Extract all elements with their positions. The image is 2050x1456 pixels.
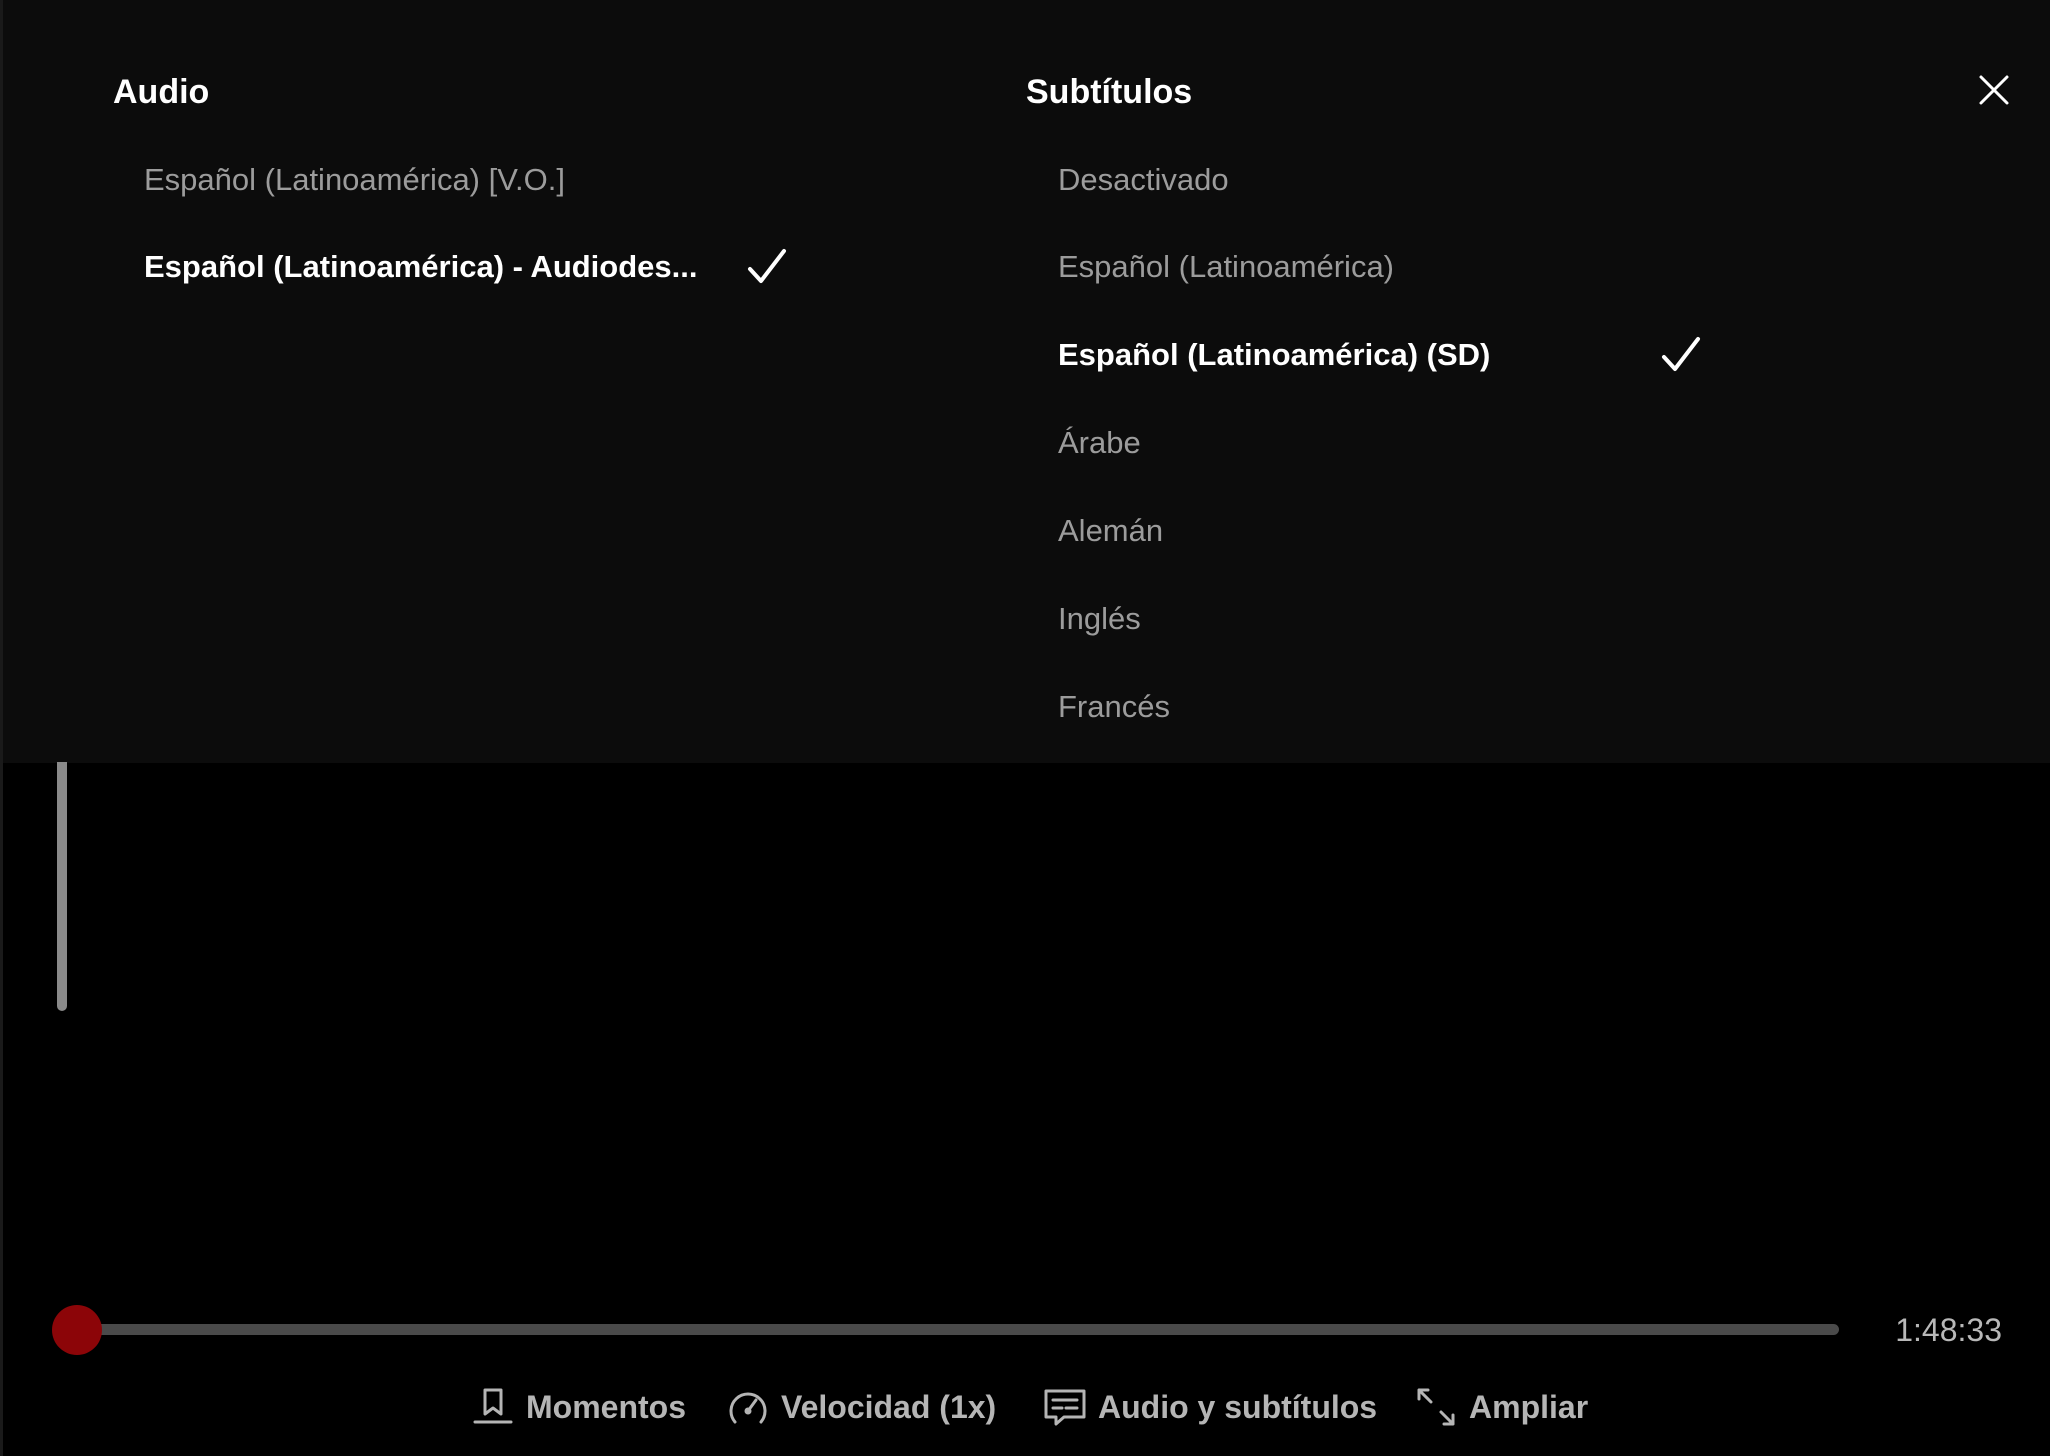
subtitle-option-off[interactable]: Desactivado	[1058, 160, 1229, 200]
progress-scrubber[interactable]	[52, 1305, 102, 1355]
expand-button[interactable]: Ampliar	[1413, 1383, 1588, 1431]
close-icon[interactable]	[1974, 70, 2014, 110]
expand-icon	[1413, 1384, 1459, 1430]
speed-label: Velocidad (1x)	[781, 1388, 997, 1425]
subtitle-option-arabic[interactable]: Árabe	[1058, 423, 1141, 463]
subtitle-option-spanish-latam-sd[interactable]: Español (Latinoamérica) (SD)	[1058, 335, 1490, 375]
check-icon	[745, 245, 789, 289]
volume-slider[interactable]	[57, 762, 67, 1011]
subtitles-heading: Subtítulos	[1026, 73, 1193, 111]
subtitle-option-spanish-latam[interactable]: Español (Latinoamérica)	[1058, 247, 1394, 287]
audio-subtitles-label: Audio y subtítulos	[1098, 1388, 1378, 1425]
moments-label: Momentos	[526, 1388, 686, 1425]
audio-subtitles-panel: Audio Español (Latinoamérica) [V.O.] Esp…	[3, 0, 2050, 763]
audio-heading: Audio	[113, 73, 210, 111]
subtitle-option-french[interactable]: Francés	[1058, 687, 1170, 727]
expand-label: Ampliar	[1469, 1388, 1589, 1425]
audio-option-original[interactable]: Español (Latinoamérica) [V.O.]	[144, 160, 565, 200]
audio-subtitles-button[interactable]: Audio y subtítulos	[1042, 1383, 1377, 1431]
subtitles-icon	[1042, 1384, 1088, 1430]
moments-button[interactable]: Momentos	[470, 1383, 686, 1431]
speedometer-icon	[725, 1384, 771, 1430]
speed-button[interactable]: Velocidad (1x)	[725, 1383, 996, 1431]
subtitle-option-english[interactable]: Inglés	[1058, 599, 1141, 639]
time-remaining: 1:48:33	[1895, 1312, 2002, 1348]
bookmark-icon	[470, 1384, 516, 1430]
progress-track[interactable]	[77, 1324, 1839, 1335]
check-icon	[1659, 333, 1703, 377]
subtitle-option-german[interactable]: Alemán	[1058, 511, 1163, 551]
audio-option-audiodescription[interactable]: Español (Latinoamérica) - Audiodes...	[144, 247, 698, 287]
